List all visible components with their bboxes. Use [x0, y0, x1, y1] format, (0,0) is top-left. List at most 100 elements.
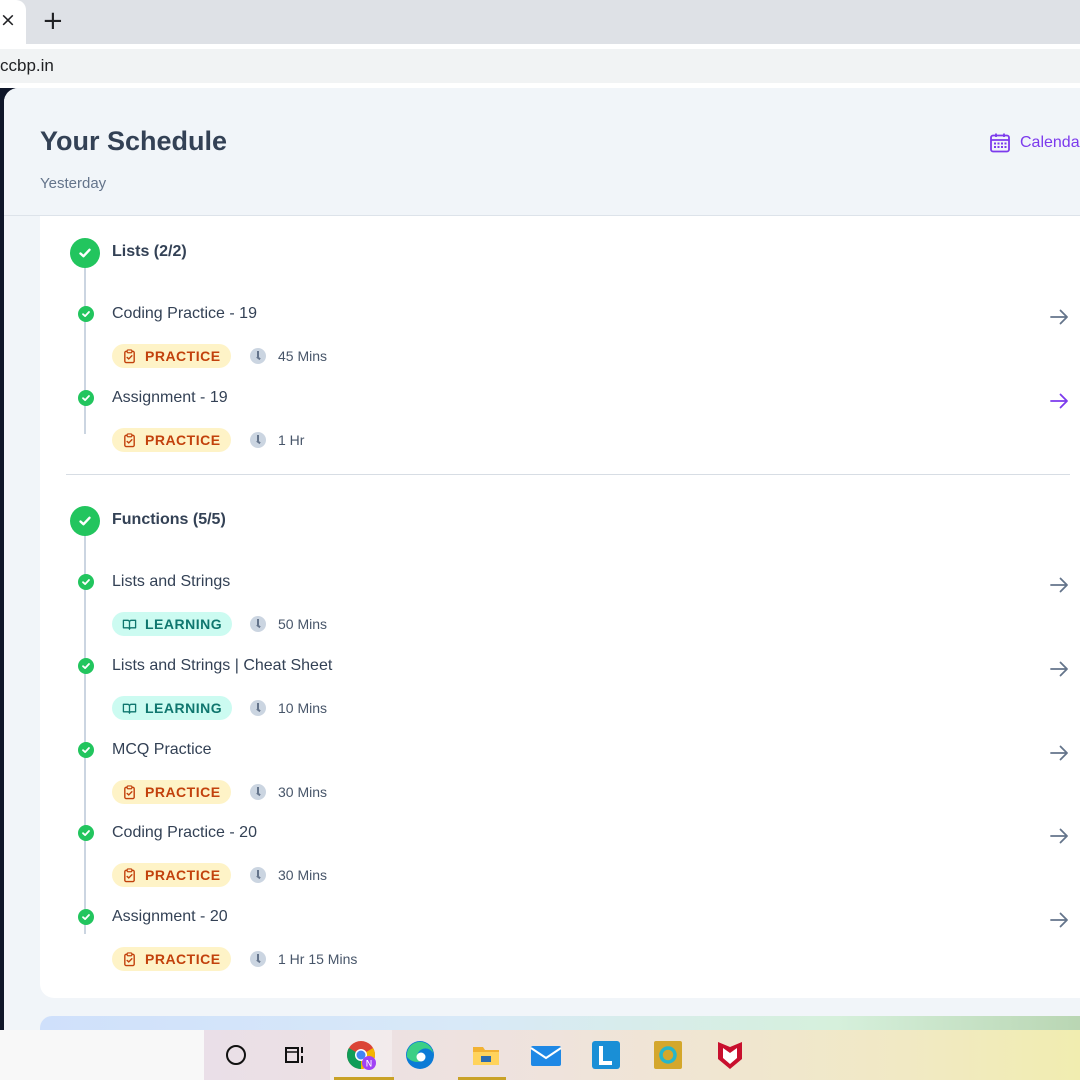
tab-close-icon[interactable]: ×	[0, 9, 16, 31]
duration: 50 Mins	[250, 612, 327, 636]
edge-icon	[406, 1041, 434, 1069]
list-item[interactable]: Lists and Strings | Cheat Sheet LEARNING…	[40, 652, 1080, 736]
check-icon	[78, 574, 94, 590]
badge-label: PRACTICE	[145, 432, 221, 448]
item-title[interactable]: Assignment - 20	[112, 908, 228, 926]
page-subtitle: Yesterday	[40, 175, 107, 192]
duration-text: 1 Hr	[278, 432, 305, 448]
promo-banner	[40, 1016, 1080, 1030]
book-open-icon	[122, 703, 137, 714]
section-divider	[66, 474, 1070, 475]
section-check-icon	[70, 506, 100, 536]
calendar-icon	[990, 133, 1010, 153]
address-bar: ccbp.in	[0, 44, 1080, 88]
check-icon	[78, 825, 94, 841]
arrow-right-icon[interactable]	[1048, 825, 1070, 847]
duration: 10 Mins	[250, 696, 327, 720]
duration: 1 Hr 15 Mins	[250, 947, 357, 971]
item-title[interactable]: MCQ Practice	[112, 741, 212, 759]
l-app-button[interactable]	[580, 1030, 632, 1080]
mail-app-button[interactable]	[520, 1030, 572, 1080]
learning-badge: LEARNING	[112, 696, 233, 720]
chrome-icon: N	[347, 1041, 376, 1070]
check-icon	[78, 742, 94, 758]
check-icon	[78, 658, 94, 674]
calendar-label: Calendar	[1020, 134, 1080, 151]
mail-icon	[530, 1046, 562, 1066]
url-field[interactable]	[0, 49, 1080, 83]
badge-label: PRACTICE	[145, 784, 221, 800]
practice-badge: PRACTICE	[112, 947, 231, 971]
list-item[interactable]: MCQ Practice PRACTICE 30 Mins	[40, 736, 1080, 820]
item-title[interactable]: Lists and Strings	[112, 573, 230, 591]
clock-icon	[250, 867, 266, 883]
duration: 45 Mins	[250, 344, 327, 368]
duration: 30 Mins	[250, 780, 327, 804]
taskbar-apps: N	[204, 1030, 1080, 1080]
learning-badge: LEARNING	[112, 612, 233, 636]
clipboard-icon	[124, 867, 135, 882]
section-title: Lists (2/2)	[112, 243, 187, 260]
arrow-right-icon[interactable]	[1048, 390, 1070, 412]
check-icon	[78, 909, 94, 925]
duration-text: 30 Mins	[278, 867, 328, 883]
taskbar: N	[0, 1030, 1080, 1080]
duration-text: 45 Mins	[278, 348, 328, 364]
yellow-app-button[interactable]	[642, 1030, 694, 1080]
clock-icon	[250, 700, 266, 716]
clipboard-icon	[124, 951, 135, 966]
check-icon	[78, 306, 94, 322]
search-icon	[226, 1045, 246, 1065]
schedule-header: Your Schedule Yesterday Calendar	[4, 88, 1080, 216]
clipboard-icon	[124, 784, 135, 799]
l-app-icon	[592, 1041, 620, 1069]
file-explorer-button[interactable]	[456, 1030, 516, 1080]
svg-text:N: N	[366, 1060, 373, 1070]
edge-app-button[interactable]	[394, 1030, 446, 1080]
url-text[interactable]: ccbp.in	[0, 56, 54, 76]
list-item[interactable]: Coding Practice - 20 PRACTICE 30 Mins	[40, 819, 1080, 903]
badge-label: LEARNING	[145, 700, 223, 716]
duration: 30 Mins	[250, 863, 327, 887]
clock-icon	[250, 348, 266, 364]
practice-badge: PRACTICE	[112, 780, 231, 804]
badge-label: PRACTICE	[145, 348, 221, 364]
practice-badge: PRACTICE	[112, 863, 231, 887]
arrow-right-icon[interactable]	[1048, 742, 1070, 764]
list-item[interactable]: Lists and Strings LEARNING 50 Mins	[40, 568, 1080, 652]
book-open-icon	[122, 619, 137, 630]
calendar-button[interactable]: Calendar	[988, 130, 1080, 156]
duration-text: 10 Mins	[278, 700, 328, 716]
item-title[interactable]: Lists and Strings | Cheat Sheet	[112, 657, 332, 675]
arrow-right-icon[interactable]	[1048, 574, 1070, 596]
list-item[interactable]: Coding Practice - 19 PRACTICE 45 Mins	[40, 300, 1080, 384]
task-view-icon	[285, 1047, 303, 1063]
schedule-section: Lists (2/2) Coding Practice - 19 PRACTIC…	[40, 216, 1080, 474]
browser-tab-strip: × +	[0, 0, 1080, 44]
arrow-right-icon[interactable]	[1048, 306, 1070, 328]
clock-icon	[250, 784, 266, 800]
practice-badge: PRACTICE	[112, 428, 231, 452]
check-icon	[78, 390, 94, 406]
item-title[interactable]: Assignment - 19	[112, 389, 228, 407]
badge-label: LEARNING	[145, 616, 223, 632]
item-title[interactable]: Coding Practice - 20	[112, 824, 257, 842]
page-title: Your Schedule	[40, 126, 228, 156]
mcafee-app-button[interactable]	[704, 1030, 756, 1080]
schedule-card: Lists (2/2) Coding Practice - 19 PRACTIC…	[40, 216, 1080, 998]
clipboard-icon	[124, 348, 135, 363]
badge-label: PRACTICE	[145, 951, 221, 967]
chrome-app-button[interactable]: N	[330, 1030, 394, 1080]
duration-text: 50 Mins	[278, 616, 328, 632]
item-title[interactable]: Coding Practice - 19	[112, 305, 257, 323]
arrow-right-icon[interactable]	[1048, 658, 1070, 680]
clock-icon	[250, 432, 266, 448]
search-button[interactable]	[210, 1030, 262, 1080]
list-item[interactable]: Assignment - 20 PRACTICE 1 Hr 15 Mins	[40, 903, 1080, 987]
section-title: Functions (5/5)	[112, 511, 226, 528]
arrow-right-icon[interactable]	[1048, 909, 1070, 931]
new-tab-button[interactable]: +	[42, 6, 64, 36]
list-item[interactable]: Assignment - 19 PRACTICE 1 Hr	[40, 384, 1080, 468]
task-view-button[interactable]	[270, 1030, 322, 1080]
badge-label: PRACTICE	[145, 867, 221, 883]
